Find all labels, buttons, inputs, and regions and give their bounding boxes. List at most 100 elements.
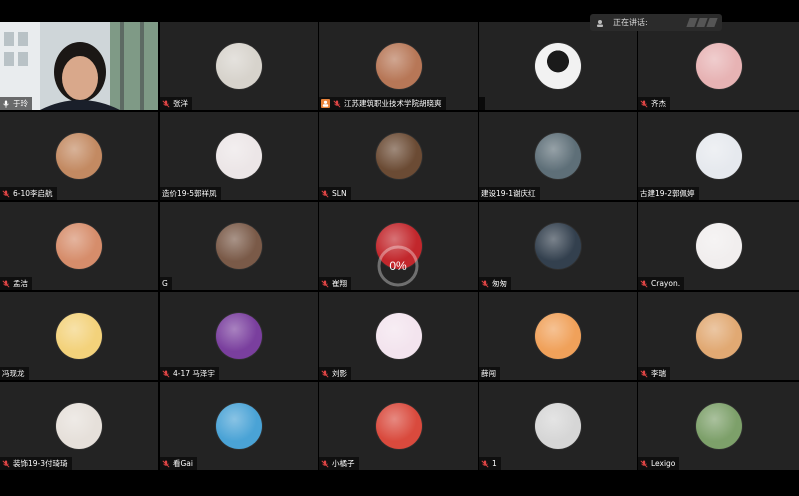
participant-avatar [535, 403, 581, 449]
participant-tile[interactable]: 薛闯 [479, 292, 637, 380]
participant-avatar [56, 223, 102, 269]
participant-avatar [375, 313, 422, 359]
participant-name: 装饰19-3付琦琦 [13, 459, 68, 468]
participant-avatar [56, 133, 102, 179]
mic-muted-icon [2, 189, 10, 198]
speaking-names-redacted [686, 18, 718, 27]
participant-tile[interactable]: 4-17 马泽宇 [160, 292, 318, 380]
participant-avatar [695, 223, 742, 269]
participant-name: 古建19-2郭佩婷 [640, 189, 695, 198]
participant-name: 薛闯 [481, 369, 496, 378]
participant-avatar [535, 43, 581, 89]
participant-tile[interactable]: Crayon. [638, 202, 799, 290]
participant-tile[interactable]: 孟洁 [0, 202, 158, 290]
participant-tile[interactable]: G [160, 202, 318, 290]
participant-avatar [216, 403, 262, 449]
participant-name: 李瑞 [651, 369, 666, 378]
participant-tile[interactable]: 建设19-1谢庆红 [479, 112, 637, 200]
mic-icon [3, 100, 9, 108]
participant-namebar: 崔翔 [319, 277, 351, 290]
participant-tile[interactable]: 古建19-2郭佩婷 [638, 112, 799, 200]
participant-avatar [695, 403, 742, 449]
participant-tile[interactable]: 小橘子 [319, 382, 478, 470]
participant-name: 1 [492, 459, 497, 468]
mic-muted-icon [321, 459, 329, 468]
participant-tile[interactable]: SLN [319, 112, 478, 200]
participant-tile[interactable]: 6-10李启航 [0, 112, 158, 200]
mic-muted-icon [162, 459, 170, 468]
participant-name: 孟洁 [13, 279, 28, 288]
participant-namebar: 齐杰 [638, 97, 670, 110]
participant-name: 齐杰 [651, 99, 666, 108]
participant-namebar: 小橘子 [319, 457, 359, 470]
participant-name: G [162, 279, 168, 288]
mic-muted-icon [321, 189, 329, 198]
participant-namebar: 孟洁 [0, 277, 32, 290]
participant-name: 6-10李启航 [13, 189, 53, 198]
participant-avatar [375, 403, 422, 449]
participant-name: 江苏建筑职业技术学院胡晓爽 [344, 99, 442, 108]
participant-avatar [695, 313, 742, 359]
meeting-gallery-view: 于玲 张洋 江苏建筑职业技术学院胡晓爽 齐杰 6-10李启航 造价19-5郭祥凤 SLN 建设… [0, 0, 799, 496]
participant-tile[interactable]: 于玲 [0, 22, 158, 110]
mic-muted-icon [2, 279, 10, 288]
participant-name: 冯现龙 [2, 369, 25, 378]
participant-name: 4-17 马泽宇 [173, 369, 215, 378]
mic-muted-icon [321, 369, 329, 378]
participant-tile[interactable]: 造价19-5郭祥凤 [160, 112, 318, 200]
participant-avatar [535, 223, 581, 269]
participant-avatar [535, 313, 581, 359]
mic-muted-icon [640, 99, 648, 108]
host-badge-icon [321, 99, 330, 108]
participant-namebar: 匆匆 [479, 277, 511, 290]
participant-avatar [216, 223, 262, 269]
participant-tile[interactable]: Lexigo [638, 382, 799, 470]
participant-namebar: 冯现龙 [0, 367, 29, 380]
participant-tile[interactable]: 齐杰 [638, 22, 799, 110]
participant-tile[interactable]: 李瑞 [638, 292, 799, 380]
participant-namebar: Lexigo [638, 457, 680, 470]
participant-name: 看Gai [173, 459, 193, 468]
participant-avatar [56, 403, 102, 449]
mic-muted-icon [162, 369, 170, 378]
participant-tile[interactable]: 江苏建筑职业技术学院胡晓爽 [319, 22, 478, 110]
participant-namebar: 建设19-1谢庆红 [479, 187, 540, 200]
mic-muted-icon [640, 459, 648, 468]
participant-tile[interactable]: 刘影 [319, 292, 478, 380]
participant-tile[interactable]: 冯现龙 [0, 292, 158, 380]
progress-text: 0% [389, 259, 407, 273]
participant-avatar [695, 133, 742, 179]
mic-muted-icon [2, 459, 10, 468]
participant-name: 刘影 [332, 369, 347, 378]
mic-muted-icon [162, 99, 170, 108]
mic-muted-icon [321, 279, 329, 288]
participant-name: Lexigo [651, 459, 676, 468]
participant-tile[interactable]: 看Gai [160, 382, 318, 470]
mic-muted-icon [333, 99, 341, 108]
participant-namebar: SLN [319, 187, 351, 200]
participant-avatar [56, 313, 102, 359]
participant-name: 小橘子 [332, 459, 355, 468]
participant-namebar: 装饰19-3付琦琦 [0, 457, 72, 470]
mic-muted-icon [481, 459, 489, 468]
participant-avatar [216, 43, 262, 89]
participant-name: 匆匆 [492, 279, 507, 288]
participant-namebar: Crayon. [638, 277, 685, 290]
participant-tile[interactable]: 1 [479, 382, 637, 470]
empty-namebar [479, 97, 485, 110]
participant-namebar: 李瑞 [638, 367, 670, 380]
participant-tile[interactable]: 装饰19-3付琦琦 [0, 382, 158, 470]
participant-tile[interactable]: 张洋 [160, 22, 318, 110]
participant-avatar [535, 133, 581, 179]
participant-namebar: 看Gai [160, 457, 197, 470]
participant-namebar: 江苏建筑职业技术学院胡晓爽 [319, 97, 446, 110]
participant-name: 崔翔 [332, 279, 347, 288]
mic-muted-icon [640, 369, 648, 378]
participant-avatar [695, 43, 742, 89]
participant-namebar: G [160, 277, 172, 290]
participant-tile[interactable] [479, 22, 637, 110]
participant-avatar [375, 43, 422, 89]
participant-namebar: 古建19-2郭佩婷 [638, 187, 699, 200]
participant-tile[interactable]: 匆匆 [479, 202, 637, 290]
participant-name: 于玲 [13, 99, 28, 108]
